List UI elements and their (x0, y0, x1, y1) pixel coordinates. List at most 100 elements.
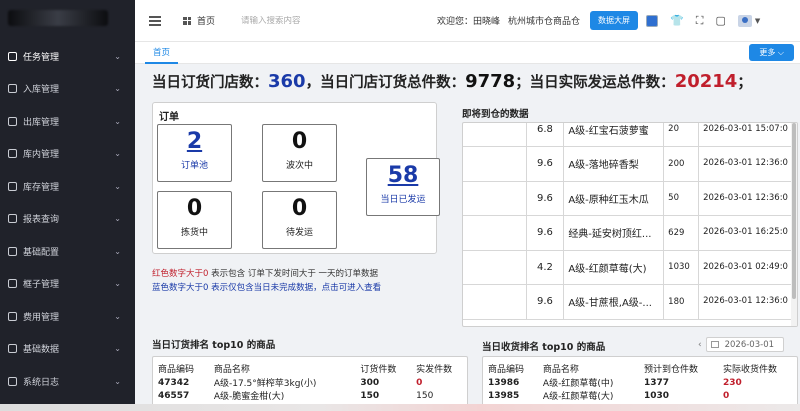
data-big-screen-button[interactable]: 数据大屏 (590, 11, 639, 30)
arrival-blank-cell (463, 146, 527, 182)
arrival-name: A级-红宝石菠萝蜜 (563, 123, 665, 147)
order-pool-card[interactable]: 2 订单池 (157, 124, 232, 182)
date-picker[interactable]: 2026-03-01 (705, 337, 784, 352)
log-icon (8, 376, 17, 386)
arrival-blank-cell (463, 181, 527, 216)
column-header: 实际收货件数 (722, 364, 777, 375)
sidebar: 任务管理 ⌄ 入库管理 ⌄ 出库管理 ⌄ 库内管理 ⌄ 库存管理 ⌄ 报表查询 ⌄ 基础配置 ⌄ 框子管理 ⌄… (0, 0, 135, 411)
cell-name: A级-17.5°鲜榨苹3kg(小) (213, 379, 317, 389)
order-pool-value: 2 (186, 129, 203, 154)
cell-name: A级-红颜草莓(中) (542, 379, 614, 389)
sidebar-item-9[interactable]: 基础数据 ⌄ (0, 333, 135, 366)
note-line-red: 红色数字大于0 表示包含 订单下发时间大于 一天的订单数据 (152, 267, 381, 281)
arrival-qty: 629 (663, 215, 700, 251)
cell-code: 47342 (158, 377, 190, 388)
sidebar-item-5[interactable]: 报表查询 ⌄ (0, 203, 135, 236)
scrollbar-thumb[interactable] (792, 123, 796, 299)
report-icon (8, 214, 17, 224)
sidebar-item-label: 出库管理 (23, 117, 60, 128)
stores-value: 360 (268, 71, 306, 92)
shipped-today-label: 当日已发运 (380, 195, 426, 205)
warehouse-name[interactable]: 杭州城市仓商品仓 (508, 14, 580, 27)
chevron-down-icon: ⌄ (114, 376, 121, 386)
arrival-blank-cell (463, 123, 527, 147)
chevron-down-icon: ⌄ (114, 51, 121, 61)
sidebar-item-0[interactable]: 任务管理 ⌄ (0, 40, 135, 73)
sidebar-item-10[interactable]: 系统日志 ⌄ (0, 365, 135, 398)
order-panel: 订单 2 订单池 0 波次中 0 拣货中 0 待发运 58 当日已发运 (152, 102, 440, 254)
sidebar-item-8[interactable]: 费用管理 ⌄ (0, 300, 135, 333)
tab-bar: 首页 更多 ⌵ (135, 42, 800, 64)
arrival-blank-cell (463, 250, 527, 285)
cell-shipped: 0 (416, 377, 423, 388)
logo (0, 0, 135, 40)
arrival-qty: 1030 (663, 250, 700, 285)
search-input[interactable] (241, 15, 402, 26)
summary-suffix: ； (737, 75, 752, 91)
table-row: 9.6 A级-甘蔗根,A级-... 180 2026-03-01 12:36:0 (463, 284, 793, 320)
sidebar-item-label: 库存管理 (23, 182, 60, 193)
note-blue-text: 蓝色数字大于0 (152, 283, 209, 293)
sidebar-item-7[interactable]: 框子管理 ⌄ (0, 268, 135, 301)
arrival-title: 即将到仓的数据 (462, 109, 529, 120)
bottom-strip (0, 404, 800, 411)
sidebar-item-4[interactable]: 库存管理 ⌄ (0, 170, 135, 203)
shipped-value: 20214 (674, 71, 738, 92)
lock-icon[interactable]: ▢ (715, 14, 725, 27)
tab-home[interactable]: 首页 (145, 42, 179, 64)
shipped-label: ；当日实际发运总件数： (515, 75, 675, 91)
stores-label: 当日订货门店数： (152, 75, 268, 91)
cell-expected: 1377 (643, 377, 669, 388)
cell-shipped: 150 (416, 390, 434, 401)
chevron-down-icon: ⌄ (114, 84, 121, 94)
sidebar-item-label: 任务管理 (23, 52, 60, 63)
home-breadcrumb[interactable]: 首页 (183, 14, 215, 27)
chevron-down-icon[interactable]: ▼ (755, 17, 760, 25)
sidebar-item-2[interactable]: 出库管理 ⌄ (0, 105, 135, 138)
arrival-blank-cell (463, 284, 527, 320)
picking-label: 拣货中 (180, 228, 208, 238)
note-line-blue: 蓝色数字大于0 表示仅包含当日未完成数据，点击可进入查看 (152, 281, 381, 295)
arrival-score: 9.6 (526, 215, 565, 251)
shipped-today-value: 58 (387, 163, 419, 188)
arrival-qty: 50 (663, 181, 700, 216)
column-header: 商品名称 (213, 364, 250, 375)
sidebar-item-1[interactable]: 入库管理 ⌄ (0, 73, 135, 106)
receive-rank-title: 当日收货排名 top10 的商品 (482, 342, 606, 353)
arrival-name: A级-甘蔗根,A级-... (563, 284, 665, 320)
theme-color-icon[interactable] (646, 14, 659, 27)
calendar-icon (710, 341, 719, 348)
prev-day-icon[interactable]: ‹ (698, 340, 702, 350)
cell-actual: 230 (722, 377, 742, 388)
daily-summary: 当日订货门店数：360，当日门店订货总件数：9778；当日实际发运总件数：202… (152, 71, 752, 92)
wave-value: 0 (291, 129, 308, 154)
sidebar-item-6[interactable]: 基础配置 ⌄ (0, 235, 135, 268)
more-button[interactable]: 更多 ⌵ (749, 44, 794, 61)
cell-actual: 0 (722, 390, 730, 401)
chevron-down-icon: ⌄ (114, 311, 121, 321)
date-control: ‹ 2026-03-01 (698, 337, 784, 352)
order-rank-table: 商品编码 商品名称 订货件数 实发件数 47342 A级-17.5°鲜榨苹3kg(小) 3… (153, 360, 467, 403)
orders-label: ，当日门店订货总件数： (305, 75, 466, 91)
app-root: 任务管理 ⌄ 入库管理 ⌄ 出库管理 ⌄ 库内管理 ⌄ 库存管理 ⌄ 报表查询 ⌄ 基础配置 ⌄ 框子管理 ⌄… (0, 0, 800, 411)
table-row: 9.6 A级-原种红玉木瓜 50 2026-03-01 12:36:0 (463, 181, 793, 216)
shipped-today-card[interactable]: 58 当日已发运 (366, 158, 440, 216)
data-icon (8, 344, 17, 354)
outbound-icon (8, 116, 17, 126)
sidebar-item-3[interactable]: 库内管理 ⌄ (0, 138, 135, 171)
shirt-icon[interactable]: 👕 (670, 14, 684, 27)
arrival-scrollbar[interactable] (791, 123, 797, 326)
table-row: 9.6 经典-延安树顶红... 629 2026-03-01 16:25:0 (463, 215, 793, 251)
crate-icon (8, 279, 17, 289)
config-icon (8, 246, 17, 256)
order-panel-title: 订单 (159, 112, 179, 123)
receive-rank-table: 商品编码 商品名称 预计到仓件数 实际收货件数 13986 A级-红颜草莓(中) 1377… (483, 360, 797, 403)
avatar[interactable] (737, 14, 752, 27)
arrival-score: 6.8 (526, 123, 565, 147)
chevron-down-icon: ⌄ (114, 149, 121, 159)
picking-card: 0 拣货中 (157, 191, 232, 249)
fullscreen-icon[interactable]: ⛶ (696, 14, 704, 28)
chevron-down-icon: ⌄ (114, 214, 121, 224)
hamburger-menu-icon[interactable] (149, 14, 161, 28)
column-header: 订货件数 (360, 364, 397, 375)
